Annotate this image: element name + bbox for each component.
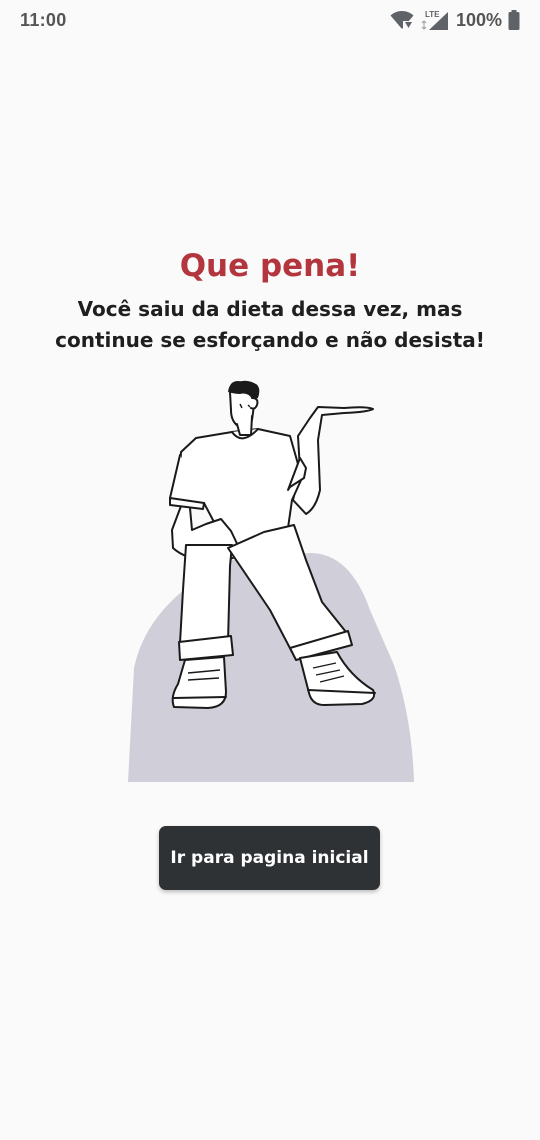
status-time: 11:00	[20, 9, 67, 30]
cell-signal-icon: LTE	[420, 9, 450, 31]
status-icons: LTE 100%	[390, 9, 520, 31]
status-bar: 11:00 LTE 100%	[0, 0, 540, 40]
wifi-icon	[390, 10, 414, 30]
battery-icon	[508, 10, 520, 30]
go-to-home-button[interactable]: Ir para pagina inicial	[159, 826, 380, 890]
result-message: Você saiu da dieta dessa vez, mas contin…	[55, 297, 485, 352]
network-type-label: LTE	[425, 10, 440, 19]
result-title: Que pena!	[179, 248, 361, 284]
battery-percent: 100%	[455, 9, 502, 30]
sitting-person-illustration	[110, 372, 430, 792]
